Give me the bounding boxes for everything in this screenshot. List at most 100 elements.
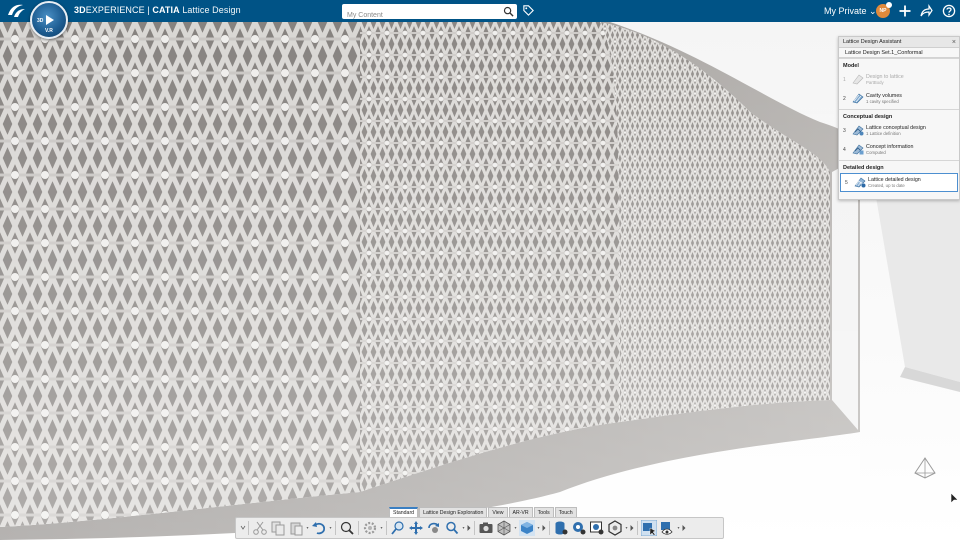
visibility-eye-icon[interactable] [659,520,675,536]
part-icon[interactable] [607,520,623,536]
copy-icon[interactable] [270,520,286,536]
step-lattice-conceptual-design[interactable]: 3 Lattice conceptual design 1 Lattice de… [839,122,959,141]
action-bar-tabs: Standard Lattice Design Exploration View… [389,507,578,517]
step-status: 1 Lattice definition [866,131,901,136]
product-name: CATIA [152,5,180,15]
compass-3d-label: 3D [37,18,44,24]
chevron-down-icon[interactable]: ▾ [379,520,384,536]
robot-axis-icon[interactable] [912,455,938,481]
dassault-logo-icon[interactable] [6,3,26,19]
chevron-right-icon[interactable] [466,520,472,536]
step-label: Concept information [866,144,914,150]
chevron-right-icon[interactable] [541,520,547,536]
fit-all-icon[interactable] [339,520,355,536]
chevron-down-icon[interactable] [240,520,246,536]
step-design-to-lattice[interactable]: 1 Design to lattice PartBody [839,71,959,90]
divider [474,521,475,535]
tab-lattice-design-exploration[interactable]: Lattice Design Exploration [419,507,488,517]
database-icon[interactable] [553,520,569,536]
step-number: 1 [843,77,846,83]
step-status: PartBody [866,80,884,85]
image-search-icon[interactable] [589,520,605,536]
search-input[interactable] [342,8,492,23]
collab-space-selector[interactable]: My Private ⌄ [824,6,877,17]
rotate-icon[interactable] [426,520,442,536]
lattice-conceptual-design-icon [852,125,864,136]
section-title-detailed: Detailed design [839,160,959,173]
divider [549,521,550,535]
lattice-model[interactable] [0,22,960,540]
top-bar: 3DEXPERIENCE | CATIA Lattice Design My P… [0,0,960,23]
paste-icon[interactable] [288,520,304,536]
collab-space-label: My Private [824,6,867,16]
pan-icon[interactable] [408,520,424,536]
step-number: 5 [845,180,848,186]
chevron-down-icon[interactable]: ▾ [305,520,310,536]
cursor-icon [950,492,959,504]
design-to-lattice-icon [852,74,864,85]
chevron-down-icon[interactable]: ▾ [513,520,518,536]
play-icon[interactable] [46,15,54,25]
search-icon[interactable] [503,6,514,17]
divider [637,521,638,535]
step-status: Computed [866,150,886,155]
view-mode-icon[interactable] [496,520,512,536]
undo-icon[interactable] [311,520,327,536]
section-title-conceptual: Conceptual design [839,109,959,122]
step-status: Created, up to date [868,183,905,188]
tab-view[interactable]: View [488,507,508,517]
tab-ar-vr[interactable]: AR-VR [508,507,533,517]
step-label: Design to lattice [866,74,904,80]
step-label: Lattice conceptual design [866,125,926,131]
compass[interactable]: 3D V.R [30,1,68,39]
gear-icon[interactable] [571,520,587,536]
step-number: 2 [843,96,846,102]
divider [386,521,387,535]
cavity-volumes-icon [852,93,864,104]
action-bar: ▾ ▾ ▾ ▾ ▾ ▾ ▾ ▾ [235,517,724,539]
search-icon[interactable] [444,520,460,536]
chevron-right-icon[interactable] [629,520,635,536]
zoom-icon[interactable] [390,520,406,536]
help-icon[interactable] [942,4,956,18]
divider [358,521,359,535]
tag-icon[interactable] [522,4,535,17]
avatar-initials: NP [879,8,887,14]
step-label: Cavity volumes [866,93,902,99]
plus-icon[interactable] [898,4,912,18]
chevron-down-icon[interactable]: ▾ [328,520,333,536]
avatar[interactable]: NP [876,2,892,18]
step-number: 3 [843,128,846,134]
compass-version: V.R [45,28,53,34]
lattice-design-assistant-panel[interactable]: Lattice Design Assistant × Lattice Desig… [838,36,960,200]
tab-tools[interactable]: Tools [533,507,554,517]
close-icon[interactable]: × [952,37,956,48]
panel-header[interactable]: Lattice Design Assistant × [839,37,959,48]
select-mode-icon[interactable] [641,520,657,536]
chevron-right-icon[interactable] [681,520,687,536]
notification-badge-icon [886,2,892,8]
share-icon[interactable] [919,4,933,18]
panel-title: Lattice Design Assistant [843,39,902,45]
brand-rest: EXPERIENCE | [85,5,153,15]
step-concept-information[interactable]: 4 Concept information Computed [839,141,959,160]
section-title-model: Model [839,58,959,71]
capture-icon[interactable] [478,520,494,536]
tab-standard[interactable]: Standard [389,507,419,517]
shading-cube-icon[interactable] [519,520,535,536]
divider [335,521,336,535]
3d-viewport[interactable] [0,22,960,540]
brand-bold: 3D [74,5,86,15]
step-lattice-detailed-design[interactable]: 5 Lattice detailed design Created, up to… [840,173,958,192]
lattice-set-name: Lattice Design Set.1_Conformal [839,48,959,58]
step-number: 4 [843,147,846,153]
tab-touch[interactable]: Touch [554,507,577,517]
step-cavity-volumes[interactable]: 2 Cavity volumes 1 cavity specified [839,90,959,109]
cut-icon[interactable] [252,520,268,536]
divider [248,521,249,535]
settings-gear-icon[interactable] [362,520,378,536]
search-box [342,4,517,23]
app-name: Lattice Design [182,5,241,15]
concept-information-icon [852,144,864,155]
step-label: Lattice detailed design [868,177,921,183]
